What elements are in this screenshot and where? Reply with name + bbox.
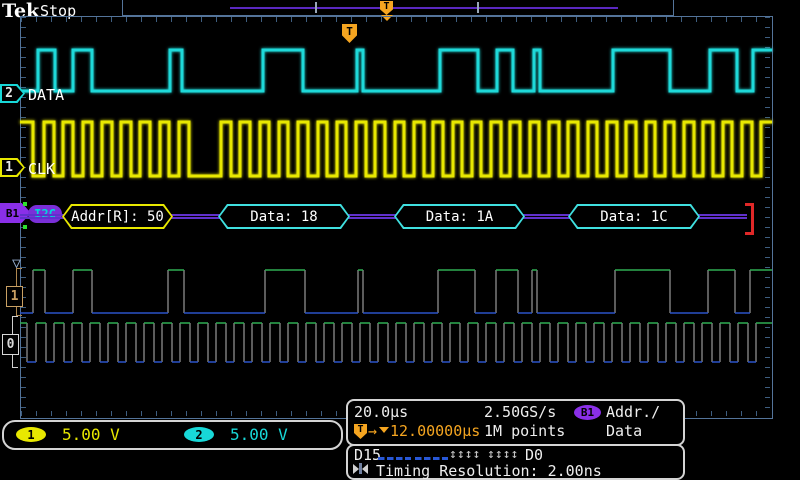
trigger-delay-icon: T: [354, 424, 367, 439]
d3-d0-activity-icon: ↕↕↕↕: [487, 447, 518, 462]
d0-trace-edges: [27, 323, 756, 362]
bus-readout-badge: B1: [574, 405, 601, 420]
bus-packet: Data: 1A: [394, 204, 525, 229]
timing-resolution-icon: [353, 463, 368, 474]
bus-packet: Addr[R]: 50: [62, 204, 173, 229]
digital-readout-box: D15 ↕↕↕↕ ↕↕↕↕ D0 Timing Resolution: 2.00…: [346, 444, 685, 480]
d1-trace-edges: [33, 270, 750, 313]
channel2-number: 2: [0, 84, 25, 103]
ch2-data-trace: [20, 50, 772, 91]
bus-readout-line1: Addr./: [606, 403, 660, 421]
channel-readout-bar: 1 5.00 V 2 5.00 V: [2, 420, 343, 450]
channel2-marker: 2: [0, 84, 25, 103]
acquisition-end-bracket: [745, 203, 754, 235]
bus-packet: Data: 1C: [568, 204, 700, 229]
ch1-scale-readout: 5.00 V: [62, 425, 120, 444]
d1-channel-label: 1: [6, 286, 23, 307]
channel1-marker: 1: [0, 158, 25, 177]
trigger-delay-readout: 12.00000µs: [390, 422, 480, 440]
channel1-number: 1: [0, 158, 25, 177]
timing-resolution-readout: Timing Resolution: 2.00ns: [376, 462, 602, 480]
oscilloscope-screen: Tek Stop T T 2 DATA 1 CLK B1 I2C Addr[R]…: [0, 0, 800, 480]
sample-rate-readout: 2.50GS/s: [484, 403, 556, 421]
ch1-clk-trace: [20, 122, 772, 176]
delay-triangle-icon: [379, 427, 389, 433]
arrow-right-icon: →: [368, 422, 377, 440]
horizontal-readout-box: 20.0µs 2.50GS/s B1 Addr./ T → 12.00000µs…: [346, 399, 685, 446]
bus-packet: Data: 18: [218, 204, 350, 229]
d15-d12-state-dashes: [378, 457, 411, 460]
ch2-readout-badge: 2: [184, 427, 214, 442]
bus-readout-line2: Data: [606, 422, 642, 440]
bus-activity-dot-top: [23, 202, 27, 206]
ch1-readout-badge: 1: [16, 427, 46, 442]
channel2-label: DATA: [28, 86, 64, 104]
timebase-readout: 20.0µs: [354, 403, 408, 421]
d11-d8-state-dashes: [415, 457, 448, 460]
bus-activity-dot-bottom: [23, 225, 27, 229]
d0-channel-label: 0: [2, 334, 19, 355]
record-length-readout: 1M points: [484, 422, 565, 440]
channel1-label: CLK: [28, 160, 55, 178]
ch2-scale-readout: 5.00 V: [230, 425, 288, 444]
d7-d4-activity-icon: ↕↕↕↕: [449, 447, 480, 462]
